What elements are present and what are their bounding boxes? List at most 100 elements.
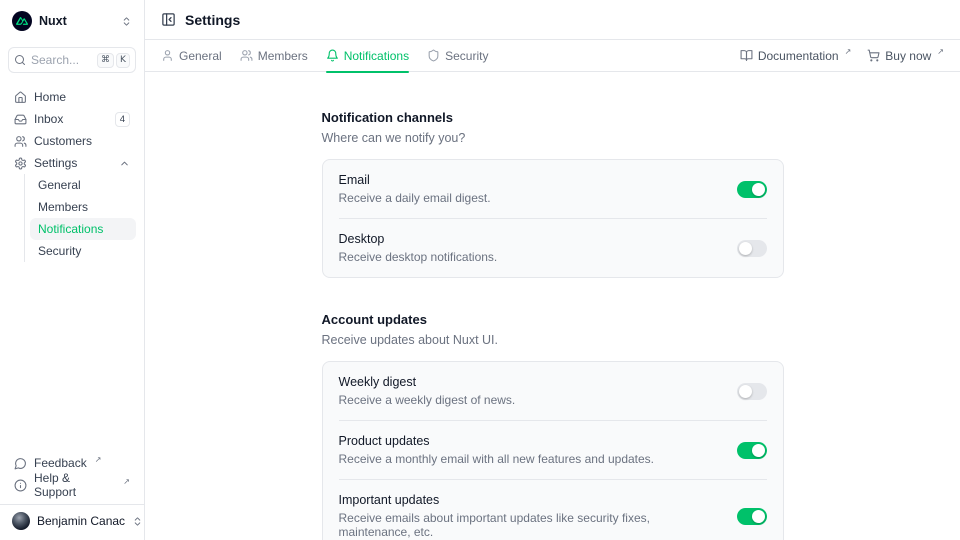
toggle-knob [752, 444, 765, 457]
section-title: Notification channels [322, 110, 784, 125]
user-avatar [12, 512, 30, 530]
setting-title: Weekly digest [339, 375, 721, 389]
workspace-name: Nuxt [39, 14, 67, 28]
search-input[interactable]: Search... ⌘ K [8, 47, 136, 73]
sidebar-item-label: Settings [34, 156, 77, 170]
sidebar-spacer [8, 262, 136, 439]
toggle-important-updates[interactable] [737, 508, 767, 525]
sidebar-item-members[interactable]: Members [30, 196, 136, 218]
sidebar-item-security[interactable]: Security [30, 240, 136, 262]
search-placeholder: Search... [31, 53, 79, 67]
section-description: Where can we notify you? [322, 131, 784, 145]
toggle-product-updates[interactable] [737, 442, 767, 459]
workspace-switcher[interactable]: Nuxt [8, 8, 136, 34]
tab-notifications[interactable]: Notifications [326, 40, 409, 72]
toggle-desktop[interactable] [737, 240, 767, 257]
setting-row-email: Email Receive a daily email digest. [339, 160, 767, 218]
setting-description: Receive a daily email digest. [339, 191, 721, 205]
sidebar-footer-links: Feedback ↗ Help & Support ↗ [8, 452, 136, 496]
sidebar-item-help-support[interactable]: Help & Support ↗ [8, 474, 136, 496]
documentation-link[interactable]: Documentation ↗ [740, 49, 851, 63]
setting-title: Product updates [339, 434, 721, 448]
buy-now-link[interactable]: Buy now ↗ [867, 49, 944, 63]
toggle-weekly-digest[interactable] [737, 383, 767, 400]
sidebar-item-inbox[interactable]: Inbox 4 [8, 108, 136, 130]
collapse-sidebar-icon[interactable] [161, 12, 176, 27]
page-titlebar: Settings [145, 0, 960, 40]
setting-description: Receive emails about important updates l… [339, 511, 721, 539]
sidebar-item-label: Members [38, 200, 88, 214]
user-name: Benjamin Canac [37, 514, 125, 528]
sidebar-item-notifications[interactable]: Notifications [30, 218, 136, 240]
user-menu[interactable]: Benjamin Canac [8, 505, 136, 532]
chat-bubble-icon [14, 457, 27, 470]
sidebar: Nuxt Search... ⌘ K Home [0, 0, 145, 540]
setting-description: Receive a weekly digest of news. [339, 393, 721, 407]
header-actions: Documentation ↗ Buy now ↗ [740, 49, 944, 63]
cart-icon [867, 49, 880, 62]
inbox-icon [14, 113, 27, 126]
tab-label: Members [258, 49, 308, 63]
tab-label: General [179, 49, 222, 63]
setting-description: Receive desktop notifications. [339, 250, 721, 264]
sidebar-item-customers[interactable]: Customers [8, 130, 136, 152]
setting-row-product-updates: Product updates Receive a monthly email … [339, 420, 767, 479]
sidebar-item-label: Notifications [38, 222, 103, 236]
external-link-icon: ↗ [123, 477, 130, 486]
users-icon [240, 49, 253, 62]
action-label: Documentation [758, 49, 839, 63]
toggle-knob [752, 510, 765, 523]
shield-icon [427, 49, 440, 62]
search-icon [14, 54, 26, 66]
inbox-count-badge: 4 [115, 112, 130, 127]
sidebar-nav: Home Inbox 4 Customers Settings [8, 86, 136, 262]
account-updates-card: Weekly digest Receive a weekly digest of… [322, 361, 784, 540]
toggle-knob [739, 385, 752, 398]
sidebar-item-home[interactable]: Home [8, 86, 136, 108]
settings-tabbar: General Members Notifications Security [145, 40, 960, 72]
notification-channels-section: Notification channels Where can we notif… [322, 110, 784, 278]
sidebar-item-label: Customers [34, 134, 92, 148]
external-link-icon: ↗ [95, 455, 102, 464]
setting-title: Important updates [339, 493, 721, 507]
setting-title: Desktop [339, 232, 721, 246]
users-icon [14, 135, 27, 148]
action-label: Buy now [885, 49, 931, 63]
sidebar-item-label: Home [34, 90, 66, 104]
tab-general[interactable]: General [161, 40, 222, 72]
sidebar-item-label: General [38, 178, 81, 192]
chevrons-up-down-icon [132, 516, 143, 527]
home-icon [14, 91, 27, 104]
sidebar-item-settings[interactable]: Settings [8, 152, 136, 174]
setting-row-weekly-digest: Weekly digest Receive a weekly digest of… [339, 362, 767, 420]
sidebar-item-label: Security [38, 244, 81, 258]
setting-title: Email [339, 173, 721, 187]
settings-subnav: General Members Notifications Security [24, 174, 136, 262]
chevron-up-icon [119, 158, 130, 169]
main-panel: Settings General Members Notifications [145, 0, 960, 540]
gear-icon [14, 157, 27, 170]
setting-row-important-updates: Important updates Receive emails about i… [339, 479, 767, 540]
setting-description: Receive a monthly email with all new fea… [339, 452, 721, 466]
nuxt-logo-icon [12, 11, 32, 31]
settings-content: Notification channels Where can we notif… [145, 72, 960, 540]
tab-members[interactable]: Members [240, 40, 308, 72]
book-icon [740, 49, 753, 62]
external-link-icon: ↗ [845, 47, 852, 56]
section-description: Receive updates about Nuxt UI. [322, 333, 784, 347]
account-updates-section: Account updates Receive updates about Nu… [322, 312, 784, 540]
toggle-knob [739, 242, 752, 255]
external-link-icon: ↗ [937, 47, 944, 56]
info-circle-icon [14, 479, 27, 492]
sidebar-item-general[interactable]: General [30, 174, 136, 196]
user-icon [161, 49, 174, 62]
toggle-email[interactable] [737, 181, 767, 198]
tab-security[interactable]: Security [427, 40, 488, 72]
search-shortcut: ⌘ K [97, 53, 130, 68]
app-window: Nuxt Search... ⌘ K Home [0, 0, 960, 540]
tab-label: Security [445, 49, 488, 63]
setting-row-desktop: Desktop Receive desktop notifications. [339, 218, 767, 277]
bell-icon [326, 49, 339, 62]
sidebar-item-label: Help & Support [34, 471, 115, 499]
kbd-k: K [116, 53, 130, 68]
